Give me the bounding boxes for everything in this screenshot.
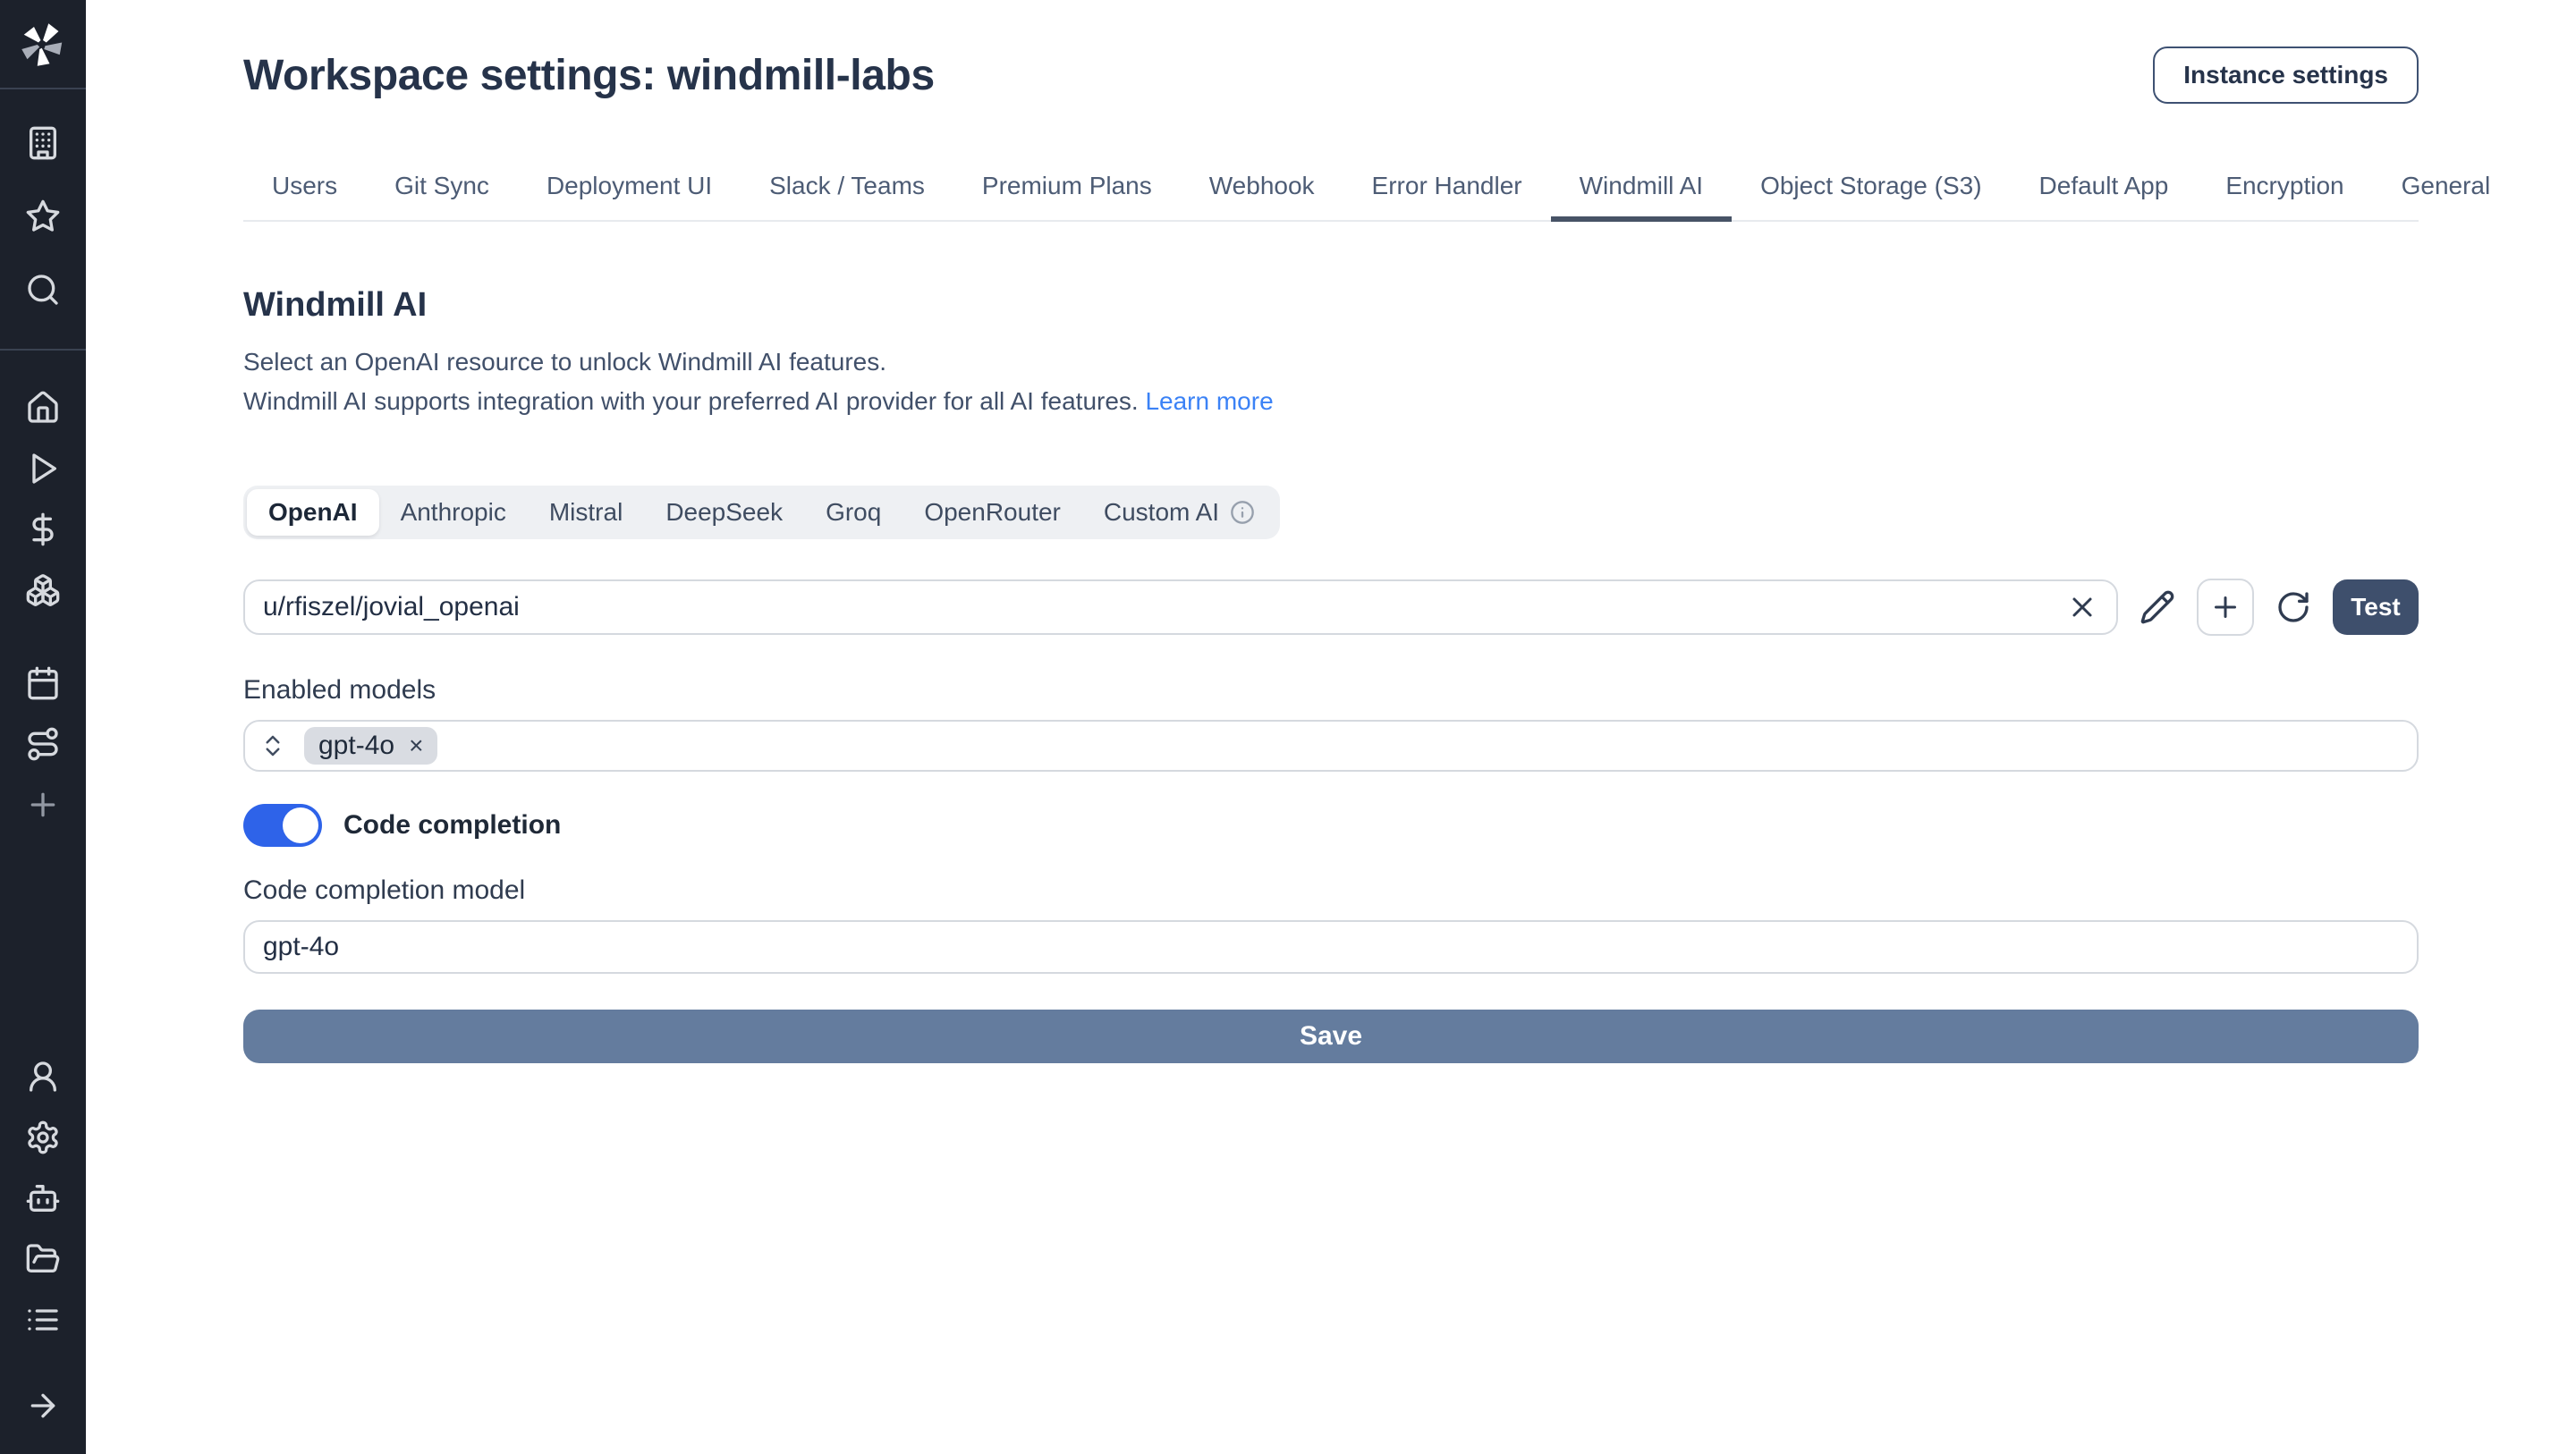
settings-tabs: Users Git Sync Deployment UI Slack / Tea… (243, 172, 2419, 222)
add-resource-button[interactable] (2197, 579, 2254, 636)
section-heading: Windmill AI (243, 286, 2419, 325)
code-completion-model-label: Code completion model (243, 875, 2419, 906)
provider-tab-mistral[interactable]: Mistral (528, 489, 644, 536)
provider-tab-openai[interactable]: OpenAI (247, 489, 379, 536)
sidebar-divider (0, 349, 86, 351)
resource-picker-row: u/rfiszel/jovial_openai Test (243, 579, 2419, 636)
instance-settings-button[interactable]: Instance settings (2153, 46, 2419, 104)
star-icon[interactable] (25, 199, 61, 234)
sidebar (0, 0, 86, 1454)
clear-resource-icon[interactable] (2066, 591, 2098, 623)
sidebar-main-nav (25, 390, 61, 823)
page-title: Workspace settings: windmill-labs (243, 51, 935, 100)
sidebar-divider (0, 88, 86, 89)
sidebar-bottom-group (25, 1059, 61, 1454)
section-description: Select an OpenAI resource to unlock Wind… (243, 342, 2419, 421)
enabled-models-multiselect[interactable]: gpt-4o × (243, 720, 2419, 772)
provider-tab-deepseek[interactable]: DeepSeek (644, 489, 804, 536)
openai-resource-input[interactable]: u/rfiszel/jovial_openai (243, 579, 2118, 635)
toggle-knob (283, 807, 318, 843)
code-completion-model-value: gpt-4o (263, 932, 339, 962)
arrow-right-icon[interactable] (25, 1388, 61, 1424)
description-line-2: Windmill AI supports integration with yo… (243, 387, 1139, 415)
search-icon[interactable] (25, 272, 61, 308)
tab-default-app[interactable]: Default App (2011, 172, 2198, 222)
refresh-icon[interactable] (2275, 589, 2311, 625)
tab-error-handler[interactable]: Error Handler (1343, 172, 1551, 222)
provider-tab-groq[interactable]: Groq (804, 489, 902, 536)
tab-webhook[interactable]: Webhook (1181, 172, 1343, 222)
tab-git-sync[interactable]: Git Sync (366, 172, 518, 222)
page-header: Workspace settings: windmill-labs Instan… (243, 46, 2419, 104)
list-icon[interactable] (25, 1302, 61, 1338)
tab-premium-plans[interactable]: Premium Plans (953, 172, 1181, 222)
tab-object-storage-s3[interactable]: Object Storage (S3) (1732, 172, 2010, 222)
play-icon[interactable] (25, 451, 61, 486)
code-completion-toggle[interactable] (243, 804, 322, 847)
settings-gear-icon[interactable] (25, 1120, 61, 1155)
tab-windmill-ai[interactable]: Windmill AI (1551, 172, 1732, 222)
chevrons-up-down-icon (259, 732, 286, 759)
model-chip-label: gpt-4o (318, 731, 394, 761)
model-chip-gpt-4o: gpt-4o × (304, 727, 437, 765)
tab-deployment-ui[interactable]: Deployment UI (518, 172, 741, 222)
provider-tab-openrouter[interactable]: OpenRouter (902, 489, 1082, 536)
route-icon[interactable] (25, 726, 61, 762)
tab-users[interactable]: Users (243, 172, 366, 222)
remove-model-icon[interactable]: × (409, 733, 423, 758)
learn-more-link[interactable]: Learn more (1145, 387, 1273, 415)
tab-general[interactable]: General (2373, 172, 2520, 222)
code-completion-label: Code completion (343, 810, 561, 841)
provider-tab-custom-ai-label: Custom AI (1104, 498, 1219, 527)
tab-slack-teams[interactable]: Slack / Teams (741, 172, 953, 222)
provider-tab-anthropic[interactable]: Anthropic (379, 489, 528, 536)
plus-icon (2209, 591, 2241, 623)
edit-resource-pencil-icon[interactable] (2140, 589, 2175, 625)
description-line-1: Select an OpenAI resource to unlock Wind… (243, 348, 886, 376)
calendar-icon[interactable] (25, 665, 61, 701)
main-content: Workspace settings: windmill-labs Instan… (86, 0, 2576, 1454)
openai-resource-value: u/rfiszel/jovial_openai (263, 592, 2066, 622)
enabled-models-label: Enabled models (243, 675, 2419, 706)
home-icon[interactable] (25, 390, 61, 426)
plus-icon[interactable] (25, 787, 61, 823)
info-icon (1230, 500, 1255, 525)
code-completion-model-input[interactable]: gpt-4o (243, 920, 2419, 974)
tab-encryption[interactable]: Encryption (2197, 172, 2372, 222)
building-icon[interactable] (25, 125, 61, 161)
boxes-icon[interactable] (25, 572, 61, 608)
code-completion-row: Code completion (243, 804, 2419, 847)
ai-provider-tabs: OpenAI Anthropic Mistral DeepSeek Groq O… (243, 486, 1280, 539)
dollar-icon[interactable] (25, 511, 61, 547)
workspace-settings-page: Workspace settings: windmill-labs Instan… (0, 0, 2576, 1454)
folder-open-icon[interactable] (25, 1241, 61, 1277)
save-button[interactable]: Save (243, 1010, 2419, 1063)
windmill-logo-icon[interactable] (16, 18, 70, 72)
test-button[interactable]: Test (2333, 579, 2419, 635)
sidebar-top-group (25, 125, 61, 308)
user-icon[interactable] (25, 1059, 61, 1095)
provider-tab-custom-ai[interactable]: Custom AI (1082, 489, 1276, 536)
bot-icon[interactable] (25, 1180, 61, 1216)
